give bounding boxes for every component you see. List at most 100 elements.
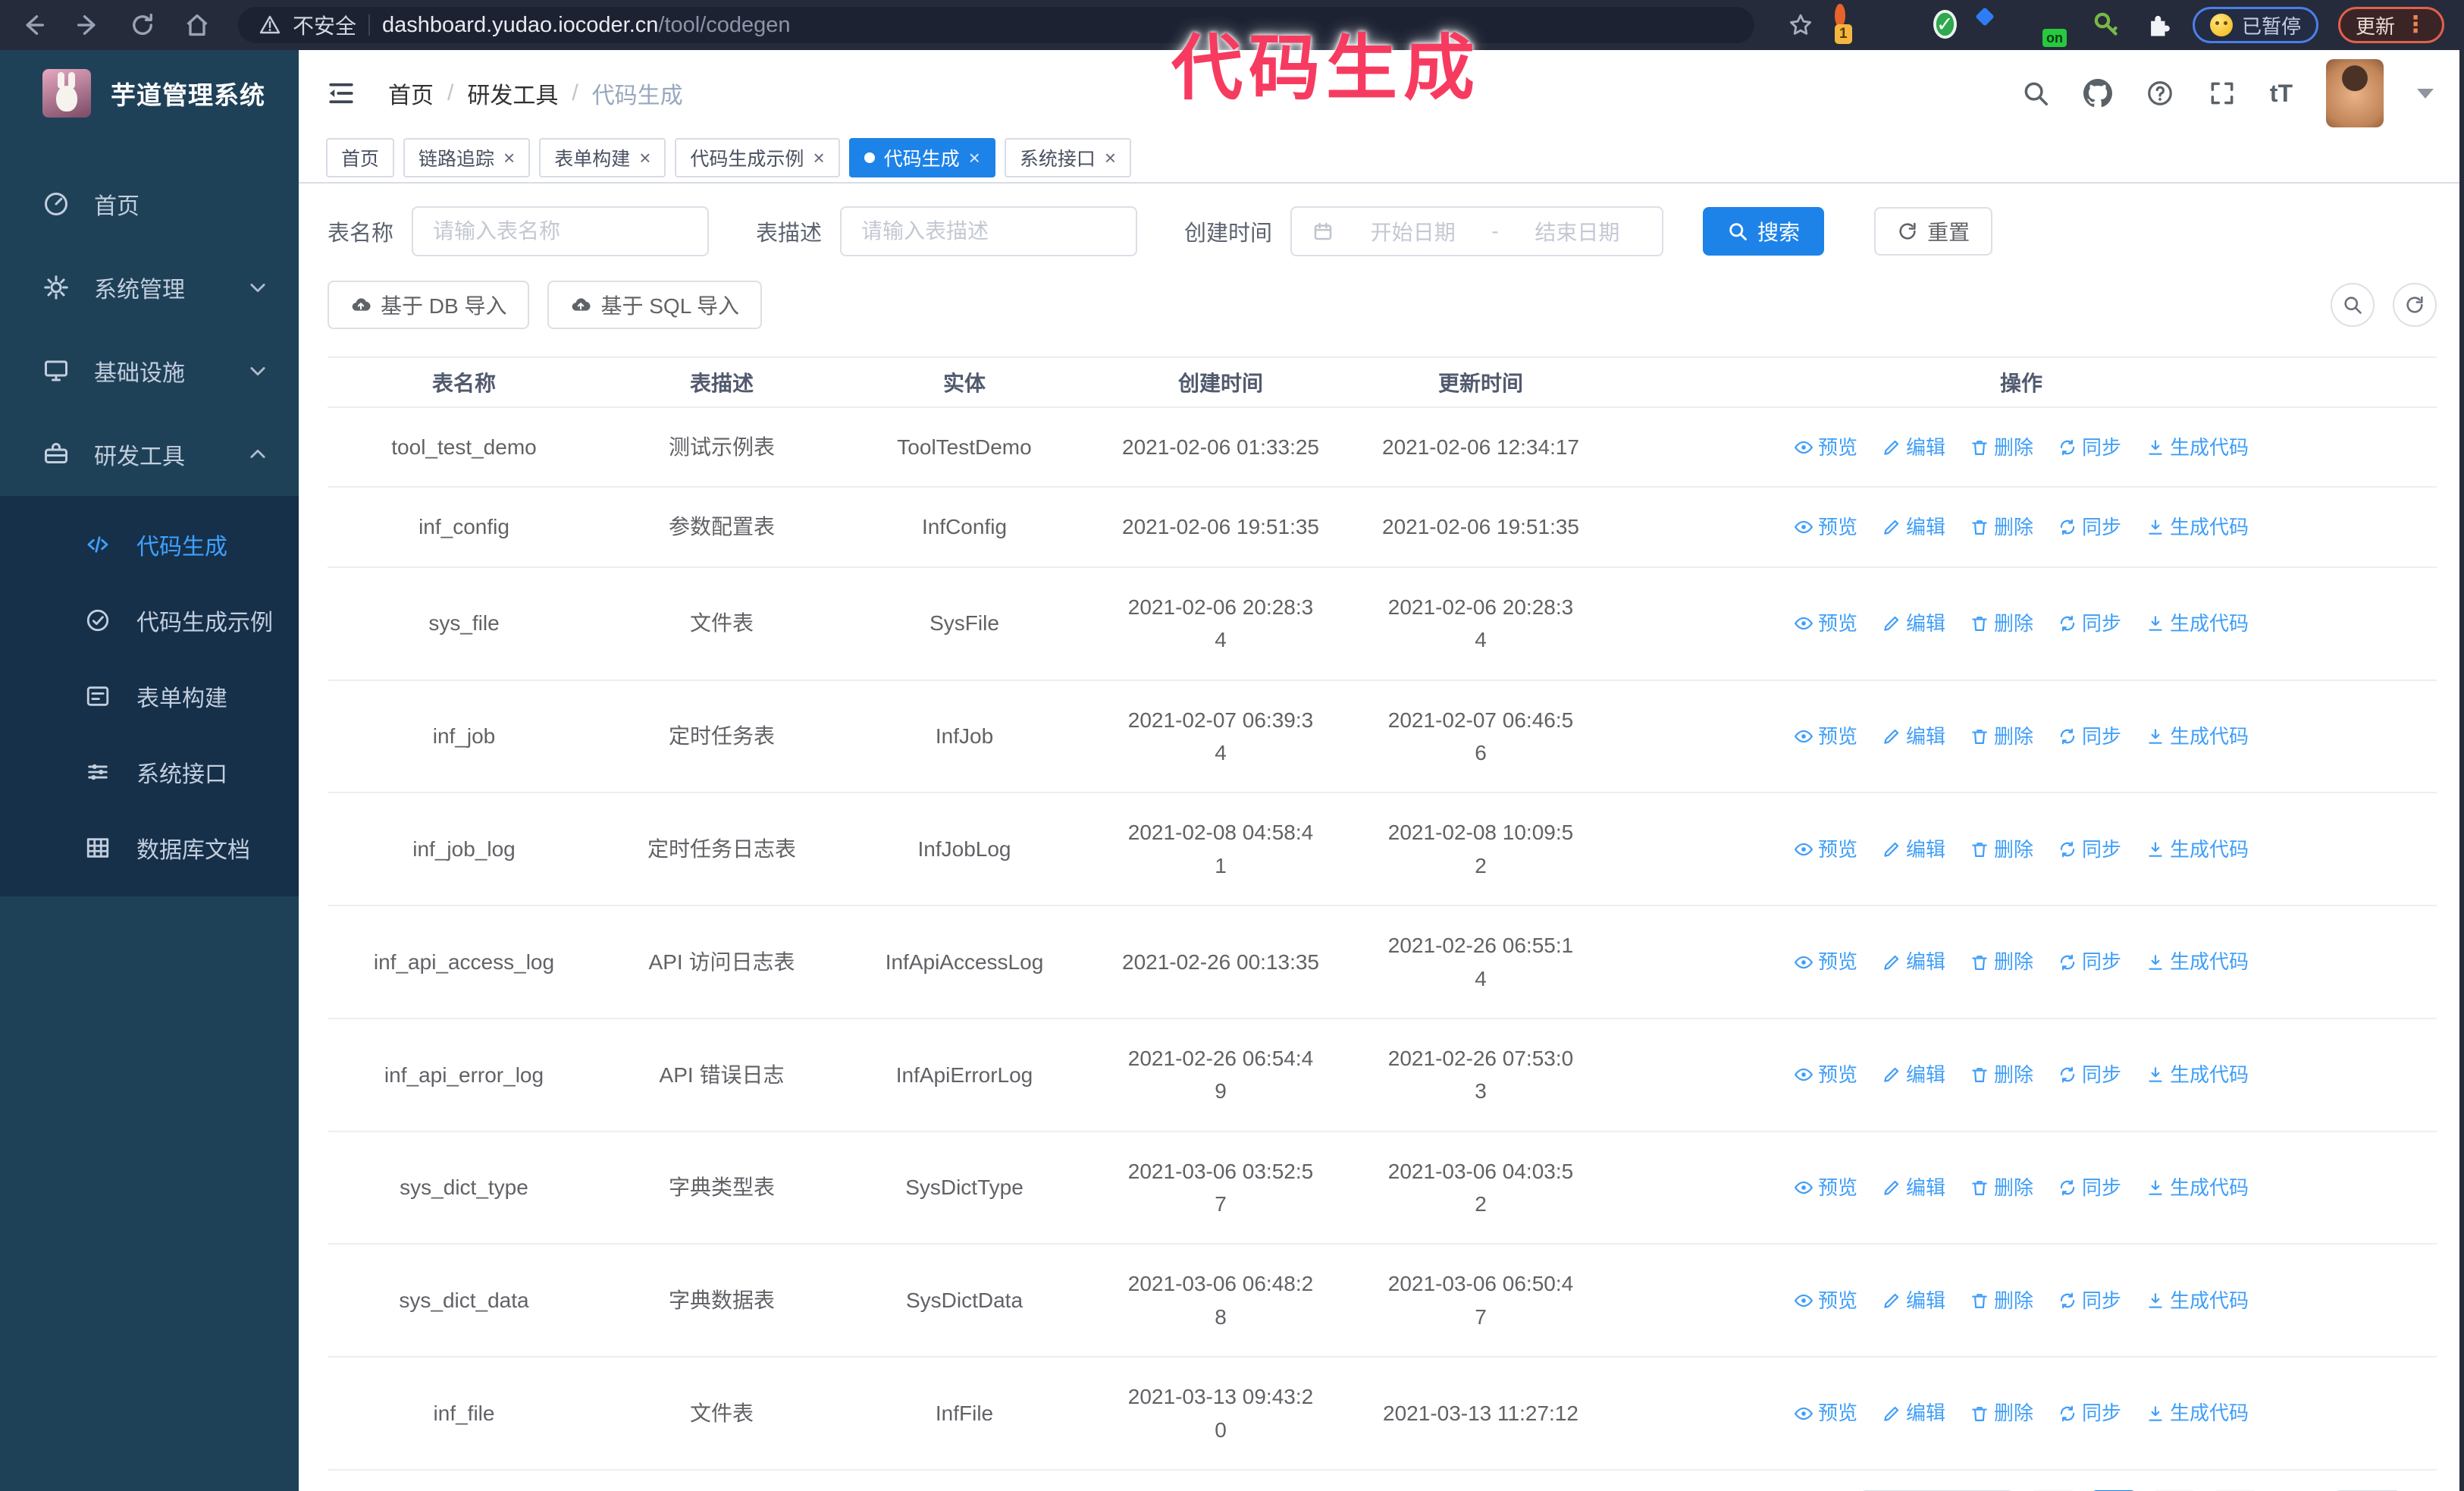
home-icon[interactable]	[183, 11, 211, 39]
sync-link[interactable]: 同步	[2058, 946, 2121, 977]
github-icon[interactable]	[2083, 79, 2112, 108]
address-bar[interactable]: 不安全 dashboard.yudao.iocoder.cn/tool/code…	[238, 7, 1754, 43]
extensions-puzzle-icon[interactable]	[2141, 9, 2173, 41]
delete-link[interactable]: 删除	[1970, 1059, 2033, 1090]
import-db-button[interactable]: 基于 DB 导入	[328, 281, 530, 329]
edit-link[interactable]: 编辑	[1882, 1172, 1945, 1203]
extension-on-icon[interactable]: on	[2039, 9, 2071, 47]
avatar[interactable]	[2326, 59, 2384, 127]
breadcrumb-home[interactable]: 首页	[388, 77, 434, 110]
delete-link[interactable]: 删除	[1970, 1285, 2033, 1316]
close-icon[interactable]: ×	[503, 148, 515, 168]
generate-code-link[interactable]: 生成代码	[2146, 1398, 2249, 1428]
extension-grid-icon[interactable]	[1988, 9, 2020, 41]
sidebar-item-infra[interactable]: 基础设施	[0, 329, 299, 413]
help-icon[interactable]	[2146, 79, 2174, 108]
sync-link[interactable]: 同步	[2058, 1398, 2121, 1428]
generate-code-link[interactable]: 生成代码	[2146, 1285, 2249, 1316]
back-icon[interactable]	[20, 11, 47, 39]
search-button[interactable]: 搜索	[1703, 207, 1825, 256]
tab-tracing[interactable]: 链路追踪 ×	[403, 138, 531, 177]
close-icon[interactable]: ×	[639, 148, 650, 168]
date-range-picker[interactable]: 开始日期 - 结束日期	[1290, 206, 1664, 256]
sync-link[interactable]: 同步	[2058, 721, 2121, 752]
edit-link[interactable]: 编辑	[1882, 512, 1945, 542]
edit-link[interactable]: 编辑	[1882, 432, 1945, 463]
delete-link[interactable]: 删除	[1970, 721, 2033, 752]
edit-link[interactable]: 编辑	[1882, 834, 1945, 865]
generate-code-link[interactable]: 生成代码	[2146, 946, 2249, 977]
sync-link[interactable]: 同步	[2058, 1285, 2121, 1316]
close-icon[interactable]: ×	[1105, 148, 1116, 168]
tab-form-builder[interactable]: 表单构建 ×	[539, 138, 666, 177]
caret-down-icon[interactable]	[2417, 88, 2434, 99]
sidebar-item-system-api[interactable]: 系统接口	[0, 734, 299, 810]
edit-link[interactable]: 编辑	[1882, 721, 1945, 752]
generate-code-link[interactable]: 生成代码	[2146, 608, 2249, 639]
sidebar-item-codegen-example[interactable]: 代码生成示例	[0, 582, 299, 658]
sidebar-item-db-doc[interactable]: 数据库文档	[0, 810, 299, 886]
import-sql-button[interactable]: 基于 SQL 导入	[547, 281, 763, 329]
sidebar-item-codegen[interactable]: 代码生成	[0, 507, 299, 582]
preview-link[interactable]: 预览	[1794, 721, 1857, 752]
profile-paused-badge[interactable]: 已暂停	[2192, 7, 2318, 43]
search-icon[interactable]	[2021, 79, 2050, 108]
tab-codegen-example[interactable]: 代码生成示例 ×	[675, 138, 840, 177]
sync-link[interactable]: 同步	[2058, 834, 2121, 865]
table-name-input[interactable]	[433, 219, 688, 243]
preview-link[interactable]: 预览	[1794, 1059, 1857, 1090]
sidebar-item-devtools[interactable]: 研发工具	[0, 413, 299, 496]
close-icon[interactable]: ×	[813, 148, 824, 168]
preview-link[interactable]: 预览	[1794, 834, 1857, 865]
forward-icon[interactable]	[74, 11, 102, 39]
edit-link[interactable]: 编辑	[1882, 1398, 1945, 1428]
font-size-icon[interactable]: tT	[2270, 79, 2293, 108]
edit-link[interactable]: 编辑	[1882, 946, 1945, 977]
update-button[interactable]: 更新 ⋮	[2337, 7, 2444, 43]
reload-icon[interactable]	[129, 11, 156, 39]
generate-code-link[interactable]: 生成代码	[2146, 1172, 2249, 1203]
generate-code-link[interactable]: 生成代码	[2146, 721, 2249, 752]
sync-link[interactable]: 同步	[2058, 608, 2121, 639]
generate-code-link[interactable]: 生成代码	[2146, 1059, 2249, 1090]
delete-link[interactable]: 删除	[1970, 834, 2033, 865]
preview-link[interactable]: 预览	[1794, 512, 1857, 542]
delete-link[interactable]: 删除	[1970, 1172, 2033, 1203]
breadcrumb-devtools[interactable]: 研发工具	[467, 77, 558, 110]
tab-home[interactable]: 首页	[326, 138, 395, 177]
generate-code-link[interactable]: 生成代码	[2146, 512, 2249, 542]
extension-check-icon[interactable]: ✓	[1936, 9, 1968, 41]
preview-link[interactable]: 预览	[1794, 1398, 1857, 1428]
sync-link[interactable]: 同步	[2058, 1172, 2121, 1203]
sync-link[interactable]: 同步	[2058, 1059, 2121, 1090]
table-desc-field[interactable]	[840, 206, 1138, 256]
extension-icon[interactable]: 1	[1833, 4, 1865, 44]
edit-link[interactable]: 编辑	[1882, 1059, 1945, 1090]
generate-code-link[interactable]: 生成代码	[2146, 432, 2249, 463]
reset-button[interactable]: 重置	[1874, 207, 1993, 256]
delete-link[interactable]: 删除	[1970, 432, 2033, 463]
preview-link[interactable]: 预览	[1794, 608, 1857, 639]
sidebar-item-home[interactable]: 首页	[0, 162, 299, 246]
table-name-field[interactable]	[412, 206, 710, 256]
table-desc-input[interactable]	[861, 219, 1117, 243]
extension-key-icon[interactable]	[2091, 9, 2121, 41]
preview-link[interactable]: 预览	[1794, 1172, 1857, 1203]
edit-link[interactable]: 编辑	[1882, 1285, 1945, 1316]
sidebar-item-system[interactable]: 系统管理	[0, 246, 299, 329]
bookmark-star-icon[interactable]	[1788, 12, 1814, 38]
delete-link[interactable]: 删除	[1970, 1398, 2033, 1428]
delete-link[interactable]: 删除	[1970, 946, 2033, 977]
sync-link[interactable]: 同步	[2058, 432, 2121, 463]
close-icon[interactable]: ×	[969, 148, 980, 168]
edit-link[interactable]: 编辑	[1882, 608, 1945, 639]
toggle-search-icon[interactable]	[2331, 283, 2375, 327]
sidebar-fold-icon[interactable]	[326, 78, 356, 108]
preview-link[interactable]: 预览	[1794, 946, 1857, 977]
refresh-icon[interactable]	[2393, 283, 2437, 327]
sync-link[interactable]: 同步	[2058, 512, 2121, 542]
extension-gem-icon[interactable]	[1885, 9, 1917, 41]
sidebar-item-form-builder[interactable]: 表单构建	[0, 658, 299, 734]
preview-link[interactable]: 预览	[1794, 432, 1857, 463]
delete-link[interactable]: 删除	[1970, 512, 2033, 542]
